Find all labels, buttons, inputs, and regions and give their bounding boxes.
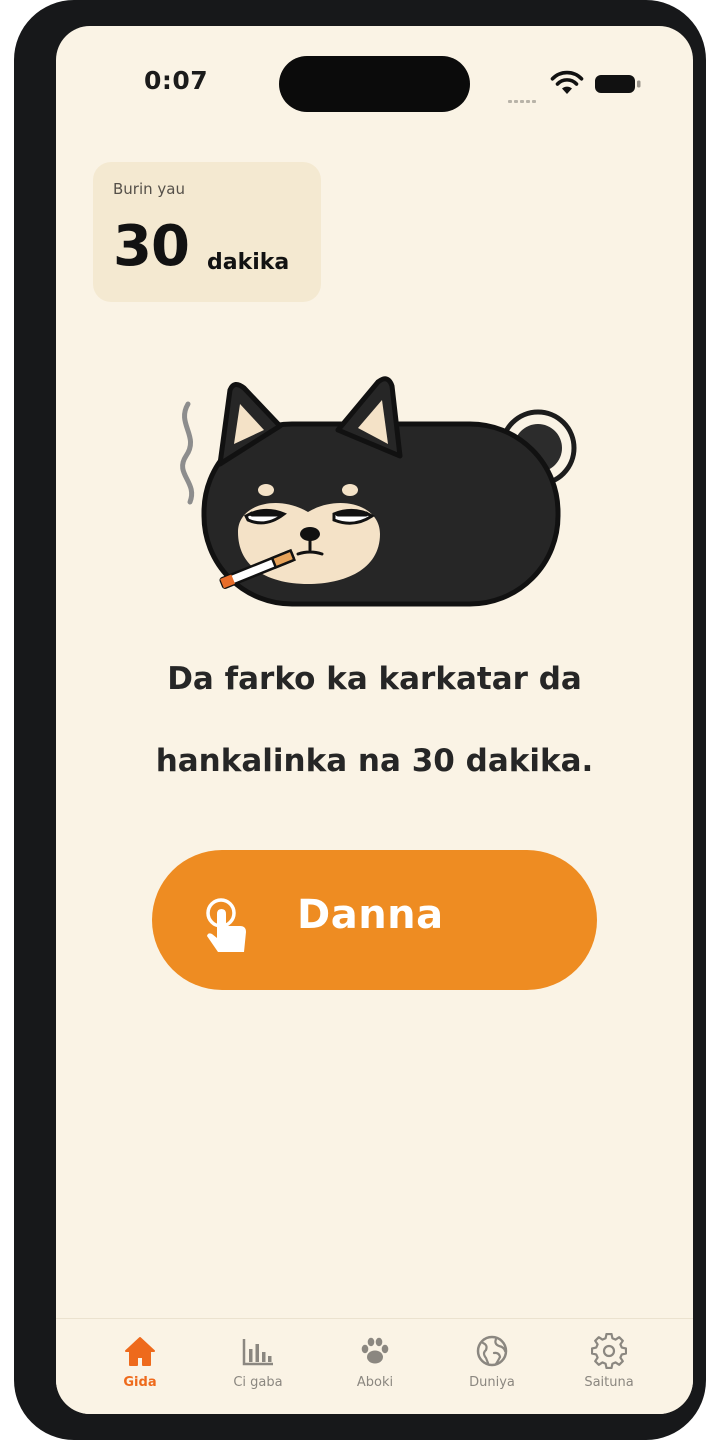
gear-icon <box>591 1333 627 1369</box>
tab-aboki[interactable]: Aboki <box>325 1333 425 1403</box>
tab-label-aboki: Aboki <box>356 1375 394 1390</box>
distraction-message: Da farko ka karkatar da hankalinka na 30… <box>76 638 673 802</box>
paw-icon <box>361 1337 389 1364</box>
smoking-dog-mascot <box>180 376 577 607</box>
battery-icon <box>595 75 641 93</box>
tab-label-gida: Gida <box>123 1375 157 1390</box>
tab-gida[interactable]: Gida <box>90 1333 190 1403</box>
globe-icon <box>476 1335 508 1367</box>
message-line-1: Da farko ka karkatar da <box>167 661 582 697</box>
bar-chart-icon <box>242 1339 273 1366</box>
tap-hand-icon <box>206 898 246 952</box>
app-screen: 0:07 Burin yau 30 dakika Da farko ka kar… <box>56 26 693 1414</box>
daily-goal-card: Burin yau 30 dakika <box>93 162 321 302</box>
wifi-icon <box>550 70 584 94</box>
tab-duniya[interactable]: Duniya <box>442 1333 542 1403</box>
tab-ci-gaba[interactable]: Ci gaba <box>208 1333 308 1403</box>
dynamic-island <box>279 56 470 112</box>
tab-label-ci-gaba: Ci gaba <box>233 1375 283 1390</box>
danna-button-label: Danna <box>297 892 444 938</box>
daily-goal-unit: dakika <box>207 250 290 275</box>
status-time: 0:07 <box>144 66 209 95</box>
cellular-signal-icon <box>508 88 542 103</box>
phone-frame: 0:07 Burin yau 30 dakika Da farko ka kar… <box>14 0 706 1440</box>
bottom-tab-bar: Gida Ci gaba Aboki Duniya Saituna <box>56 1318 693 1414</box>
tab-saituna[interactable]: Saituna <box>559 1333 659 1403</box>
home-icon <box>125 1337 155 1366</box>
message-line-2: hankalinka na 30 dakika. <box>155 743 594 779</box>
tab-label-saituna: Saituna <box>584 1375 634 1390</box>
daily-goal-value: 30 <box>113 214 190 279</box>
danna-button[interactable]: Danna <box>152 850 597 990</box>
daily-goal-label: Burin yau <box>113 180 185 198</box>
tab-label-duniya: Duniya <box>469 1375 515 1390</box>
